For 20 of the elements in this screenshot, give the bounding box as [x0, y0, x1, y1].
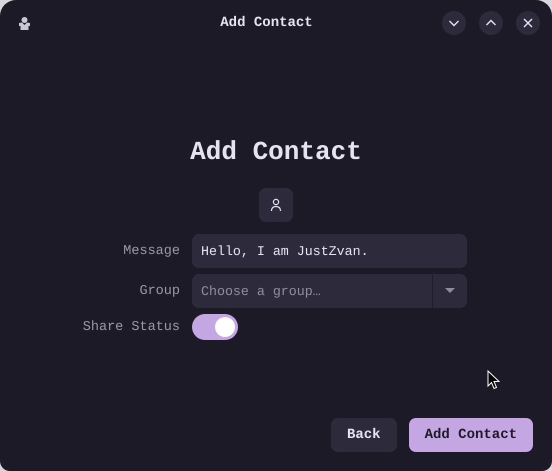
field-label: Group — [138, 284, 180, 298]
avatar-button[interactable] — [259, 188, 293, 222]
field-label: Share Status — [82, 320, 180, 334]
group-dropdown[interactable]: Choose a group… — [192, 274, 467, 308]
close-button[interactable] — [516, 11, 540, 35]
placeholder-text: Choose a group… — [201, 284, 321, 298]
minimize-button[interactable] — [442, 11, 466, 35]
close-icon — [522, 17, 534, 29]
back-button[interactable]: Back — [330, 418, 397, 452]
maximize-button[interactable] — [479, 11, 503, 35]
dropdown-arrow-icon — [445, 288, 455, 294]
window-title: Add Contact — [219, 15, 314, 31]
page-heading: Add Contact — [190, 136, 362, 168]
field-label: Message — [122, 244, 180, 258]
share-status-toggle[interactable] — [192, 314, 238, 340]
app-icon — [18, 16, 31, 30]
person-icon — [270, 198, 282, 212]
message-field[interactable]: Hello, I am JustZvan. — [192, 234, 467, 268]
add-contact-button[interactable]: Add Contact — [408, 418, 533, 452]
mouse-cursor-icon — [487, 370, 500, 390]
